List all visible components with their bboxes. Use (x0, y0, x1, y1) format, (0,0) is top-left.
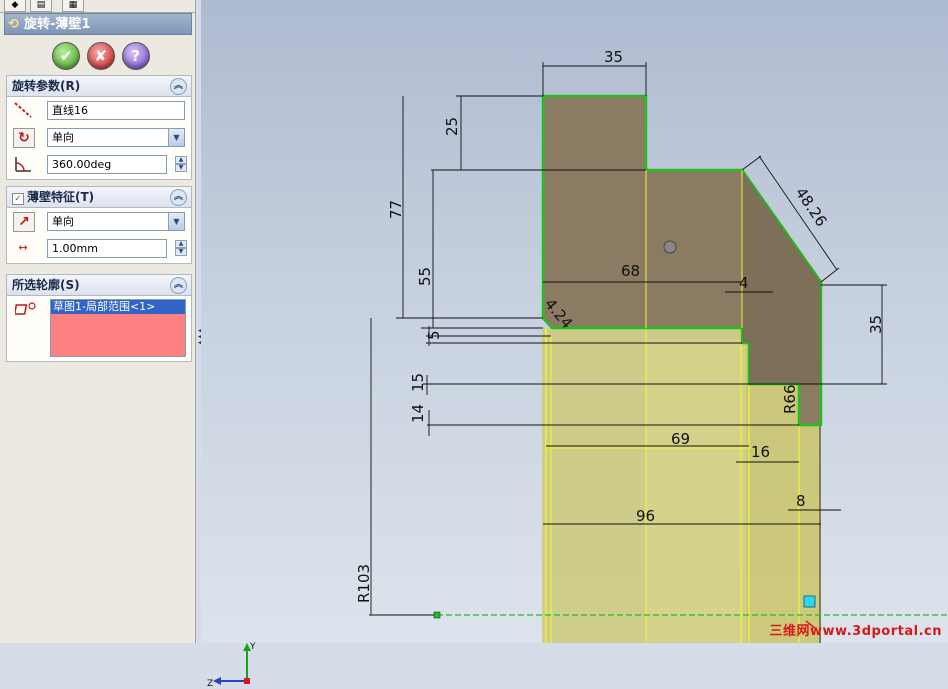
collapse-chevron-icon[interactable]: ︽ (170, 78, 187, 95)
angle-icon (13, 155, 33, 173)
reverse-direction-icon[interactable]: ↻ (13, 128, 35, 148)
cancel-button[interactable]: ✘ (86, 42, 115, 70)
direction-select[interactable]: 单向 ▼ (47, 128, 185, 147)
spin-up-icon[interactable]: ▲ (175, 240, 187, 248)
contour-icon (13, 301, 37, 320)
thickness-icon: ↔ (18, 241, 28, 254)
dim-96: 96 (636, 507, 655, 525)
collapse-chevron-icon[interactable]: ︽ (170, 189, 187, 206)
help-button[interactable]: ? (121, 42, 150, 70)
dim-77: 77 (387, 200, 405, 219)
thickness-input[interactable]: 1.00mm (47, 239, 167, 258)
dim-4: 4 (739, 274, 749, 292)
axis-row: 直线16 (7, 97, 191, 124)
dim-R103: R103 (355, 564, 373, 603)
list-item[interactable]: 草图1-局部范围<1> (51, 300, 185, 314)
chevron-down-icon[interactable]: ▼ (168, 213, 184, 230)
rotate-params-group: 旋转参数(R) ︽ 直线16 ↻ 单向 ▼ 360.00deg ▲ ▼ (6, 75, 192, 180)
check-icon: ✔ (59, 47, 73, 65)
selected-contours-group: 所选轮廓(S) ︽ 草图1-局部范围<1> (6, 274, 192, 362)
dim-25: 25 (443, 117, 461, 136)
axis-field[interactable]: 直线16 (47, 101, 185, 120)
revolve-shade-band (646, 340, 746, 643)
selected-contours-header[interactable]: 所选轮廓(S) ︽ (7, 275, 191, 296)
thin-feature-group: ✓ 薄壁特征(T) ︽ ↗ 单向 ▼ ↔ 1.00mm ▲ ▼ (6, 186, 192, 264)
dim-15: 15 (409, 373, 427, 392)
coincident-relation-marker (803, 595, 816, 608)
property-manager: ◆ ▤ ▦ ⟲ 旋转-薄壁1 ✔ ✘ ? 旋转参数(R) ︽ 直线16 ↻ 单向 … (0, 0, 196, 643)
origin-marker (663, 240, 677, 254)
spin-down-icon[interactable]: ▼ (175, 248, 187, 256)
thin-direction-value: 单向 (52, 215, 74, 228)
angle-spinner[interactable]: ▲ ▼ (175, 156, 187, 173)
revolve-icon: ⟲ (8, 17, 19, 32)
property-tab[interactable]: ▤ (30, 0, 52, 12)
question-icon: ? (131, 47, 140, 65)
rotate-params-header[interactable]: 旋转参数(R) ︽ (7, 76, 191, 97)
dim-69: 69 (671, 430, 690, 448)
dim-35-top: 35 (604, 48, 623, 66)
angle-row: 360.00deg ▲ ▼ (7, 151, 191, 178)
dim-35-right: 35 (867, 315, 885, 334)
thickness-spinner[interactable]: ▲ ▼ (175, 240, 187, 257)
x-icon: ✘ (94, 47, 108, 65)
contour-selection-list[interactable]: 草图1-局部范围<1> (50, 299, 186, 357)
config-tab[interactable]: ▦ (62, 0, 84, 12)
triad-z-label: Z (207, 679, 213, 689)
dim-8: 8 (796, 492, 806, 510)
dim-R66: R66 (781, 384, 799, 414)
thin-direction-row: ↗ 单向 ▼ (7, 208, 191, 235)
dim-55: 55 (416, 267, 434, 286)
rotate-params-title: 旋转参数(R) (12, 79, 81, 93)
manager-tabs: ◆ ▤ ▦ (0, 0, 195, 13)
feature-title-bar: ⟲ 旋转-薄壁1 (4, 13, 192, 35)
dim-14: 14 (409, 404, 427, 423)
feature-tree-tab[interactable]: ◆ (4, 0, 26, 12)
thin-feature-header[interactable]: ✓ 薄壁特征(T) ︽ (7, 187, 191, 208)
dim-5: 5 (425, 330, 443, 340)
ok-button[interactable]: ✔ (52, 42, 80, 70)
thin-direction-select[interactable]: 单向 ▼ (47, 212, 185, 231)
spin-down-icon[interactable]: ▼ (175, 164, 187, 172)
direction-value: 单向 (52, 131, 74, 144)
axis-line-icon (13, 101, 33, 119)
triad-y-label: Y (249, 642, 256, 652)
spin-up-icon[interactable]: ▲ (175, 156, 187, 164)
thin-feature-title: 薄壁特征(T) (27, 190, 95, 204)
angle-input[interactable]: 360.00deg (47, 155, 167, 174)
dim-68: 68 (621, 262, 640, 280)
watermark: 三维网www.3dportal.cn (769, 624, 942, 639)
axis-endpoint (433, 611, 441, 619)
direction-row: ↻ 单向 ▼ (7, 124, 191, 151)
thin-feature-checkbox[interactable]: ✓ (12, 193, 24, 205)
feature-title: 旋转-薄壁1 (24, 17, 91, 32)
selected-contours-title: 所选轮廓(S) (12, 278, 80, 292)
thickness-row: ↔ 1.00mm ▲ ▼ (7, 235, 191, 262)
collapse-chevron-icon[interactable]: ︽ (170, 277, 187, 294)
dim-48-26: 48.26 (792, 184, 831, 230)
graphics-area[interactable]: 35 25 77 55 48.26 68 4 4.24 35 5 15 14 R… (201, 0, 948, 689)
sketch-canvas: 35 25 77 55 48.26 68 4 4.24 35 5 15 14 R… (355, 48, 948, 643)
thin-direction-icon[interactable]: ↗ (13, 212, 35, 232)
dim-16: 16 (751, 443, 770, 461)
action-buttons: ✔ ✘ ? (52, 42, 153, 70)
chevron-down-icon[interactable]: ▼ (168, 129, 184, 146)
